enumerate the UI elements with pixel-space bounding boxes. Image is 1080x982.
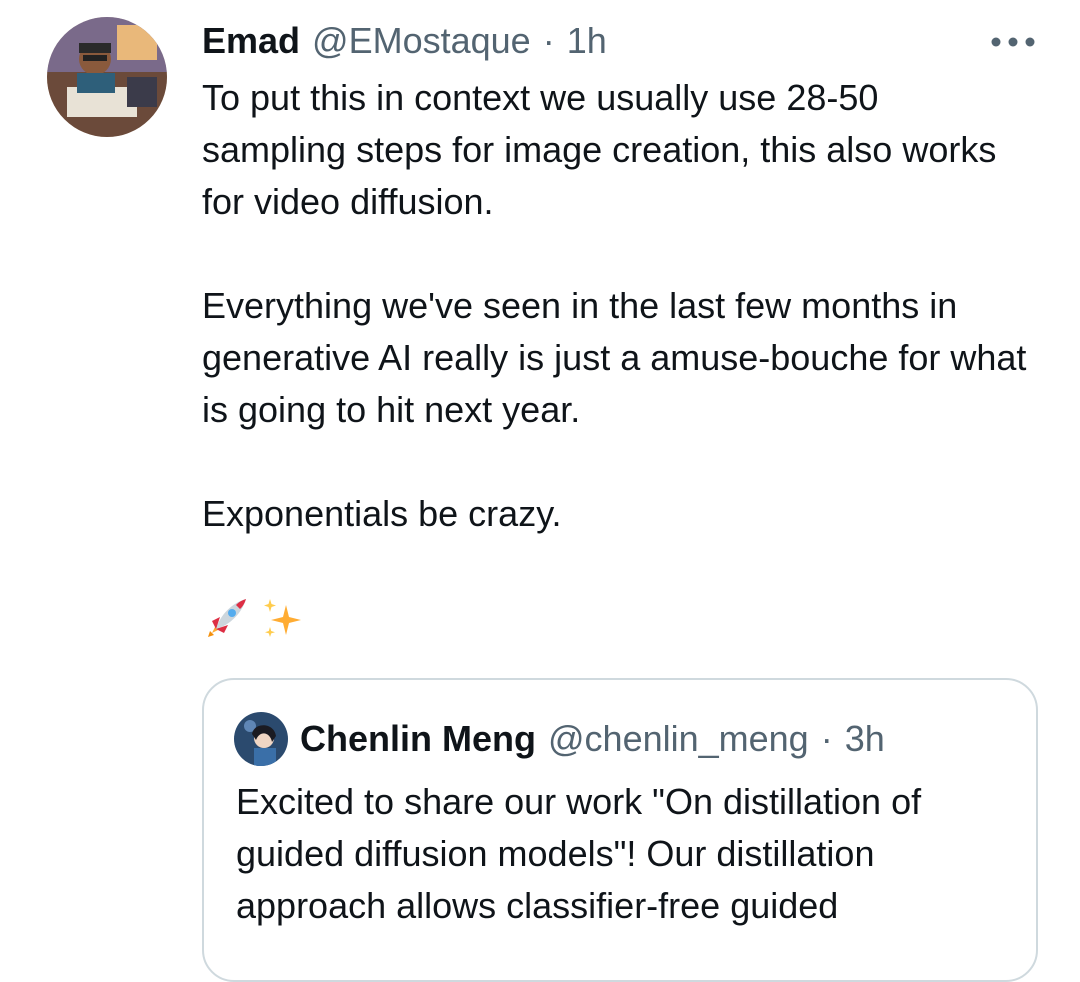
separator-dot: · xyxy=(542,20,555,61)
tweet-text: To put this in context we usually use 28… xyxy=(202,72,1032,592)
separator-dot: · xyxy=(820,718,833,759)
more-options-button[interactable] xyxy=(985,20,1041,64)
tweet-paragraph: To put this in context we usually use 28… xyxy=(202,77,997,222)
tweet-header: Emad @EMostaque · 1h xyxy=(202,18,607,64)
rocket-emoji xyxy=(202,595,250,648)
quoted-tweet-card[interactable]: Chenlin Meng @chenlin_meng · 3h Excited … xyxy=(202,678,1038,982)
quoted-author-name[interactable]: Chenlin Meng xyxy=(300,716,536,762)
quoted-tweet-text: Excited to share our work "On distillati… xyxy=(236,781,922,926)
tweet-paragraph: Exponentials be crazy. xyxy=(202,493,562,534)
tweet-timestamp[interactable]: 1h xyxy=(567,18,607,64)
sparkles-emoji xyxy=(258,595,306,648)
more-horizontal-icon xyxy=(991,37,1035,47)
author-avatar[interactable] xyxy=(47,17,167,137)
quoted-author-avatar[interactable] xyxy=(234,712,288,766)
emoji-row xyxy=(202,596,306,646)
quoted-author-handle[interactable]: @chenlin_meng xyxy=(548,716,809,762)
author-handle[interactable]: @EMostaque xyxy=(312,18,531,64)
quoted-tweet-header: Chenlin Meng @chenlin_meng · 3h xyxy=(300,716,885,762)
tweet-paragraph: Everything we've seen in the last few mo… xyxy=(202,285,1027,430)
author-name[interactable]: Emad xyxy=(202,18,300,64)
quoted-tweet-timestamp[interactable]: 3h xyxy=(845,716,885,762)
tweet[interactable]: Emad @EMostaque · 1h To put this in cont… xyxy=(0,0,1080,982)
